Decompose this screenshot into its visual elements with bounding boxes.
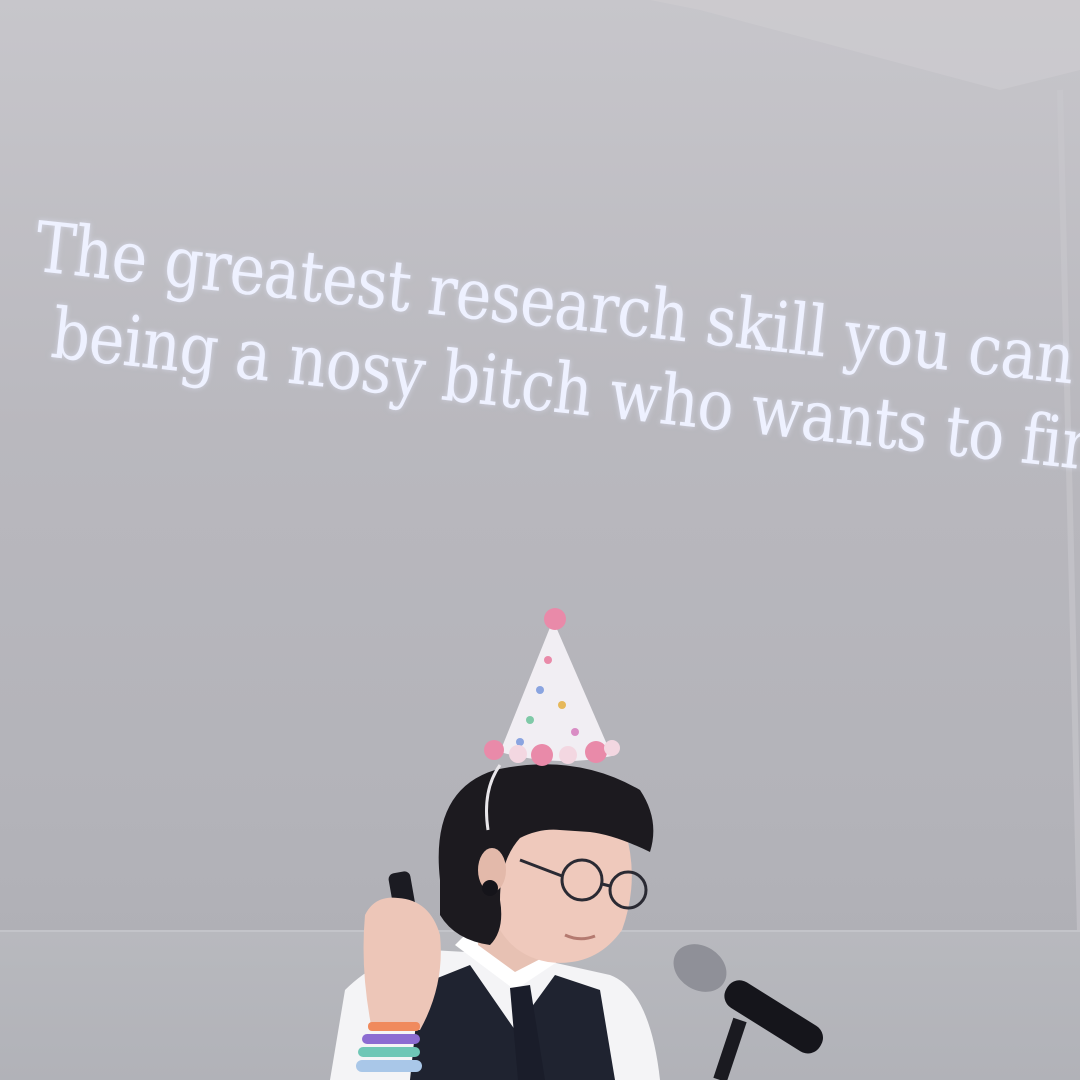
hand (363, 897, 441, 1030)
photo-scene: The greatest research skill you can have… (0, 0, 1080, 1080)
pompom-top (544, 608, 566, 630)
ear-gauge (482, 880, 498, 896)
microphone-icon (673, 944, 823, 1080)
speaker-figure (330, 608, 823, 1080)
